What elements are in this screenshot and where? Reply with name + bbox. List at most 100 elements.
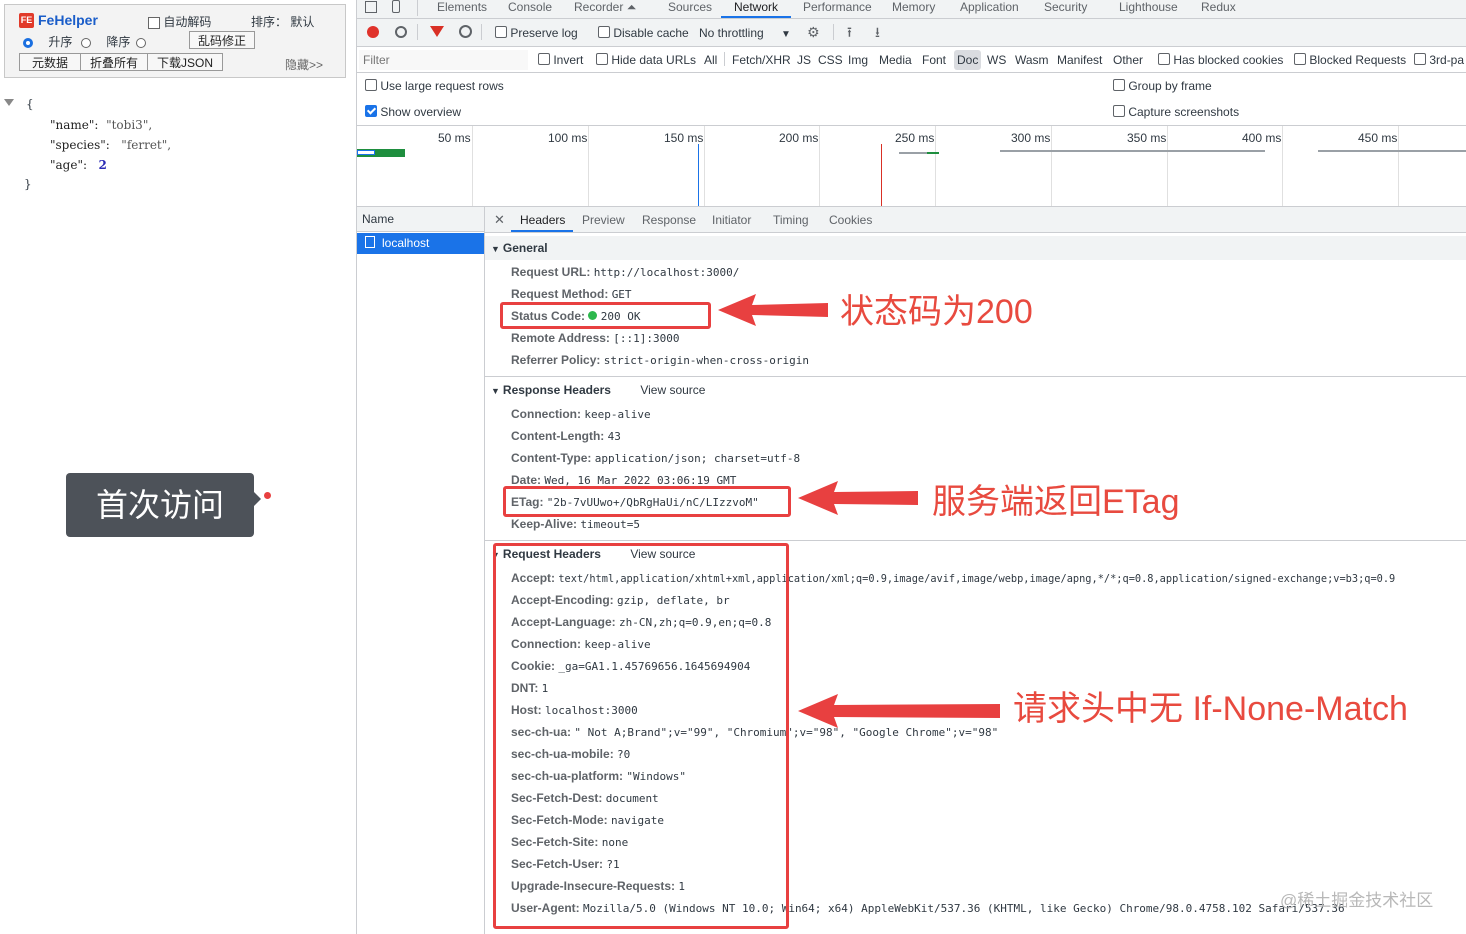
- disable-cache-box[interactable]: [598, 26, 610, 38]
- record-icon[interactable]: [367, 26, 379, 38]
- hide-data-urls-box[interactable]: [596, 53, 608, 65]
- asc-radio-icon[interactable]: [23, 37, 33, 48]
- expand-triangle-icon: ▼: [491, 244, 500, 254]
- filter-type-all[interactable]: All: [704, 53, 717, 67]
- network-options: Use large request rows Show overview Gro…: [357, 73, 1466, 126]
- detail-tab-initiator[interactable]: Initiator: [712, 213, 751, 227]
- auto-decode-checkbox[interactable]: 自动解码: [148, 13, 211, 30]
- tab-sources[interactable]: Sources: [668, 0, 712, 14]
- tab-security[interactable]: Security: [1044, 0, 1087, 14]
- detail-tab-preview[interactable]: Preview: [582, 213, 625, 227]
- desc-radio-icon-2[interactable]: [135, 37, 146, 48]
- filter-type-wasm[interactable]: Wasm: [1015, 53, 1049, 67]
- filter-type-js[interactable]: JS: [797, 53, 811, 67]
- timeline-gridline: [704, 126, 705, 206]
- tab-application[interactable]: Application: [960, 0, 1019, 14]
- export-har-icon[interactable]: ⭳: [875, 22, 880, 46]
- device-toolbar-icon[interactable]: [392, 0, 400, 13]
- detail-tab-cookies[interactable]: Cookies: [829, 213, 872, 227]
- request-headers-highlight-box: [493, 543, 789, 929]
- desc-radio-icon[interactable]: [81, 37, 91, 48]
- domcontentloaded-marker: [698, 144, 699, 206]
- filter-type-manifest[interactable]: Manifest: [1057, 53, 1102, 67]
- response-headers-header[interactable]: ▼ Response Headers View source: [485, 379, 705, 401]
- response-view-source-link[interactable]: View source: [640, 383, 705, 397]
- network-conditions-icon[interactable]: ⚙: [807, 24, 820, 41]
- general-section-header[interactable]: ▼ General: [485, 236, 1466, 260]
- preserve-log-checkbox[interactable]: Preserve log: [495, 26, 578, 40]
- collapse-triangle-icon[interactable]: [4, 99, 14, 106]
- tab-network[interactable]: Network: [734, 0, 778, 14]
- expand-triangle-icon: ▼: [491, 386, 500, 396]
- show-overview-box[interactable]: [365, 105, 377, 117]
- group-by-frame-checkbox[interactable]: Group by frame: [1113, 79, 1212, 93]
- name-column-header[interactable]: Name: [357, 207, 484, 232]
- blocked-requests-box[interactable]: [1294, 53, 1306, 65]
- detail-tab-timing[interactable]: Timing: [773, 213, 809, 227]
- capture-screenshots-label: Capture screenshots: [1128, 105, 1240, 119]
- capture-screenshots-box[interactable]: [1113, 105, 1125, 117]
- clear-icon[interactable]: [395, 26, 407, 38]
- close-icon[interactable]: ✕: [494, 212, 505, 228]
- sort-desc-radio[interactable]: 降序: [81, 33, 146, 50]
- etag-arrow-icon: [798, 481, 918, 515]
- request-list: Name localhost: [357, 207, 485, 934]
- tab-console[interactable]: Console: [508, 0, 552, 14]
- filter-type-font[interactable]: Font: [922, 53, 946, 67]
- timeline-tick-label: 50 ms: [438, 131, 471, 145]
- show-overview-label: Show overview: [380, 105, 462, 119]
- capture-screenshots-checkbox[interactable]: Capture screenshots: [1113, 105, 1239, 119]
- detail-tab-headers[interactable]: Headers: [520, 213, 565, 227]
- detail-tab-response[interactable]: Response: [642, 213, 696, 227]
- show-overview-checkbox[interactable]: Show overview: [365, 105, 461, 119]
- tab-redux[interactable]: Redux: [1201, 0, 1236, 14]
- auto-decode-box[interactable]: [148, 16, 160, 29]
- tab-lighthouse[interactable]: Lighthouse: [1119, 0, 1178, 14]
- blocked-requests-checkbox[interactable]: Blocked Requests: [1294, 53, 1406, 67]
- tab-recorder[interactable]: Recorder ⏶: [574, 0, 636, 14]
- third-party-checkbox[interactable]: 3rd-pa: [1414, 53, 1464, 67]
- invert-box[interactable]: [538, 53, 550, 65]
- filter-type-fetch[interactable]: Fetch/XHR: [732, 53, 791, 67]
- fold-all-button[interactable]: 折叠所有: [80, 53, 148, 71]
- fehelper-logo[interactable]: FE FeHelper: [19, 12, 98, 28]
- disable-cache-checkbox[interactable]: Disable cache: [598, 26, 689, 40]
- filter-type-ws[interactable]: WS: [987, 53, 1006, 67]
- preserve-log-box[interactable]: [495, 26, 507, 38]
- filter-input[interactable]: [359, 50, 528, 70]
- filter-type-media[interactable]: Media: [879, 53, 912, 67]
- sort-default[interactable]: 默认: [290, 15, 314, 29]
- filter-type-doc[interactable]: Doc: [954, 50, 982, 70]
- throttling-select[interactable]: No throttling ▼: [699, 26, 791, 40]
- request-bar-download: [357, 150, 375, 155]
- large-rows-checkbox[interactable]: Use large request rows: [365, 79, 504, 93]
- tab-elements[interactable]: Elements: [437, 0, 487, 14]
- has-blocked-cookies-checkbox[interactable]: Has blocked cookies: [1158, 53, 1283, 67]
- filter-type-css[interactable]: CSS: [818, 53, 843, 67]
- toolbar-divider: [417, 24, 418, 40]
- invert-label: Invert: [553, 53, 584, 67]
- large-rows-box[interactable]: [365, 79, 377, 91]
- network-overview-timeline[interactable]: 50 ms 100 ms 150 ms 200 ms 250 ms 300 ms…: [357, 126, 1466, 207]
- filter-type-other[interactable]: Other: [1113, 53, 1143, 67]
- import-har-icon[interactable]: ⭱: [847, 22, 852, 46]
- filter-icon[interactable]: [430, 26, 444, 37]
- tab-performance[interactable]: Performance: [803, 0, 872, 14]
- has-blocked-cookies-box[interactable]: [1158, 53, 1170, 65]
- fix-encoding-button[interactable]: 乱码修正: [189, 31, 256, 49]
- download-json-button[interactable]: 下载JSON: [147, 53, 223, 71]
- third-party-box[interactable]: [1414, 53, 1426, 65]
- hide-toolbar-link[interactable]: 隐藏>>: [285, 56, 323, 73]
- raw-data-button[interactable]: 元数据: [19, 53, 81, 71]
- inspect-element-icon[interactable]: [365, 1, 377, 13]
- hide-data-urls-checkbox[interactable]: Hide data URLs: [596, 53, 696, 67]
- invert-checkbox[interactable]: Invert: [538, 53, 583, 67]
- sort-asc-radio[interactable]: 升序: [23, 33, 72, 50]
- fehelper-panel: FE FeHelper 自动解码 排序： 默认 升序 降序 乱码修正 元数据 折…: [0, 0, 357, 934]
- json-close-brace: }: [24, 177, 32, 191]
- filter-type-img[interactable]: Img: [848, 53, 868, 67]
- search-icon[interactable]: [459, 25, 472, 38]
- tab-memory[interactable]: Memory: [892, 0, 935, 14]
- request-row-localhost[interactable]: localhost: [357, 233, 484, 254]
- group-by-frame-box[interactable]: [1113, 79, 1125, 91]
